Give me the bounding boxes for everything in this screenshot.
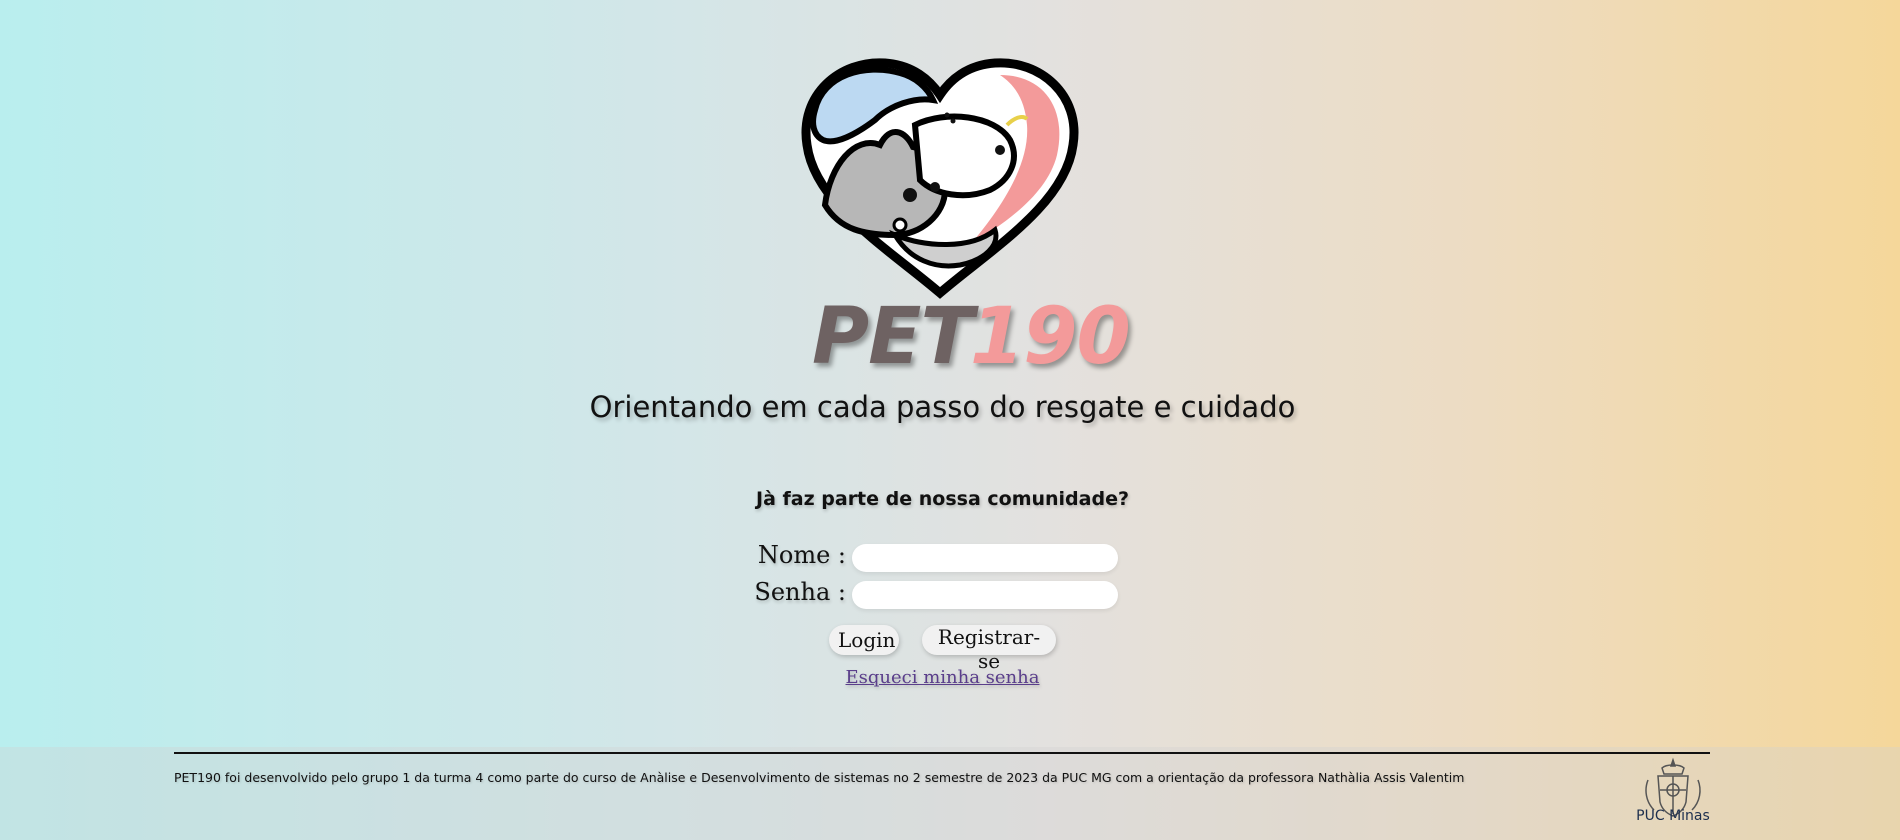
footer-divider xyxy=(174,752,1710,754)
name-input[interactable] xyxy=(852,544,1118,572)
university-name: PUC Minas xyxy=(1636,808,1710,824)
community-question: Jà faz parte de nossa comunidade? xyxy=(756,488,1129,510)
tagline: Orientando em cada passo do resgate e cu… xyxy=(589,390,1296,424)
name-label: Nome : xyxy=(757,541,846,569)
brand-word-number: 190 xyxy=(970,292,1131,382)
password-input[interactable] xyxy=(852,581,1118,609)
forgot-password-link[interactable]: Esqueci minha senha xyxy=(846,667,1040,688)
password-label: Senha : xyxy=(754,578,846,606)
register-button[interactable]: Registrar-se xyxy=(922,625,1056,673)
brand-word-pet: PET xyxy=(812,292,974,382)
brand-logo-text: PET 190 xyxy=(800,292,1131,382)
footer xyxy=(0,747,1900,840)
login-page: PET 190 Orientando em cada passo do resg… xyxy=(0,0,1900,840)
forgot-password-container: Esqueci minha senha xyxy=(0,667,1885,688)
login-button[interactable]: Login xyxy=(829,625,899,655)
footer-credits: PET190 foi desenvolvido pelo grupo 1 da … xyxy=(174,770,1465,785)
heart-dog-cat-logo-icon xyxy=(801,58,1079,299)
